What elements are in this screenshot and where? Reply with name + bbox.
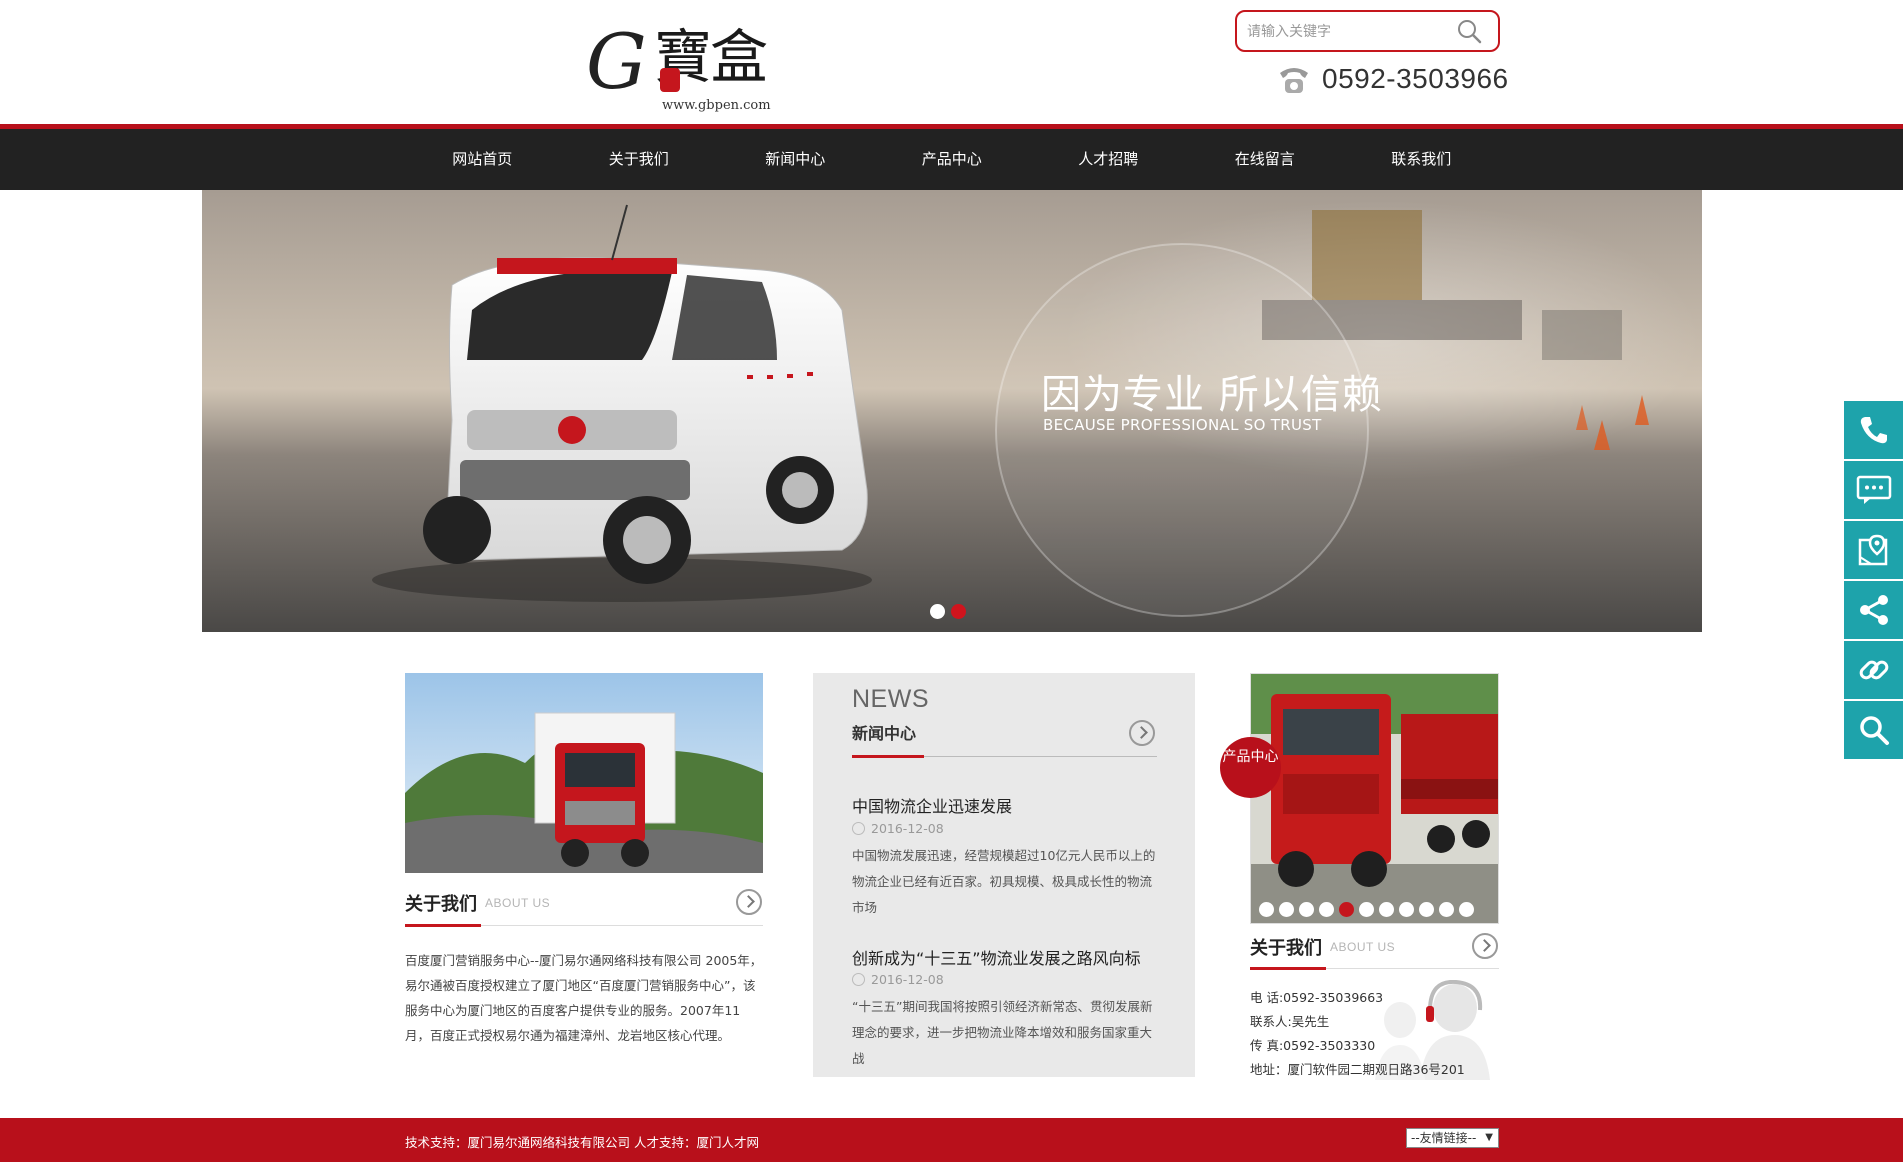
side-link-button[interactable] [1844, 641, 1903, 699]
about-more-button[interactable] [736, 889, 762, 915]
contact-divider-accent [1250, 967, 1326, 970]
main-nav: 网站首页 关于我们 新闻中心 产品中心 人才招聘 在线留言 联系我们 [0, 124, 1903, 190]
product-dot-9[interactable] [1419, 902, 1434, 917]
nav-item-about[interactable]: 关于我们 [561, 129, 718, 190]
map-icon [1858, 534, 1887, 566]
site-footer: 技术支持：厦门易尔通网络科技有限公司 人才支持：厦门人才网 --友情链接-- ▼ [0, 1118, 1903, 1162]
nav-item-message[interactable]: 在线留言 [1187, 129, 1344, 190]
product-dot-3[interactable] [1299, 902, 1314, 917]
logo-seal-icon [660, 68, 680, 92]
side-map-button[interactable] [1844, 521, 1903, 579]
side-share-button[interactable] [1844, 581, 1903, 639]
contact-more-button[interactable] [1472, 933, 1498, 959]
news-title: 新闻中心 [852, 724, 917, 743]
logo-url: www.gbpen.com [662, 98, 771, 113]
product-carousel-dots [1259, 902, 1474, 917]
search-box [1235, 10, 1500, 52]
friend-links-select[interactable]: --友情链接-- ▼ [1406, 1128, 1499, 1148]
nav-item-jobs[interactable]: 人才招聘 [1030, 129, 1187, 190]
news-item-desc: 中国物流发展迅速，经营规模超过10亿元人民币以上的物流企业已经有近百家。初具规模… [852, 848, 1156, 915]
site-logo[interactable]: G 寶盒 www.gbpen.com [582, 18, 782, 118]
clock-icon [852, 822, 865, 835]
friend-links-label: --友情链接-- [1411, 1131, 1477, 1145]
search-input[interactable] [1247, 20, 1447, 44]
banner-slogan-en: BECAUSE PROFESSIONAL SO TRUST [1043, 416, 1322, 434]
banner-slogan: 因为专业 所以信赖 [1041, 372, 1383, 418]
news-item-date: 2016-12-08 [852, 972, 944, 987]
banner-image [202, 190, 1702, 632]
product-dot-5[interactable] [1339, 902, 1354, 917]
nav-item-news[interactable]: 新闻中心 [717, 129, 874, 190]
product-dot-10[interactable] [1439, 902, 1454, 917]
share-icon [1859, 595, 1888, 625]
nav-item-products[interactable]: 产品中心 [874, 129, 1031, 190]
phone-icon [1860, 417, 1887, 444]
nav-item-contact[interactable]: 联系我们 [1343, 129, 1500, 190]
search-icon[interactable] [1453, 16, 1487, 46]
news-date-text: 2016-12-08 [871, 821, 944, 836]
nav-item-home[interactable]: 网站首页 [404, 129, 561, 190]
news-item-title[interactable]: 中国物流企业迅速发展 [852, 793, 1012, 817]
about-text: 百度厦门营销服务中心--厦门易尔通网络科技有限公司 2005年，易尔通被百度授权… [405, 953, 763, 1043]
product-dot-8[interactable] [1399, 902, 1414, 917]
about-divider-accent [405, 924, 481, 927]
about-image[interactable] [405, 673, 763, 873]
product-dot-6[interactable] [1359, 902, 1374, 917]
contact-title: 关于我们 [1250, 938, 1322, 959]
contact-fax: 传 真:0592-3503330 [1250, 1038, 1376, 1053]
side-phone-button[interactable] [1844, 401, 1903, 459]
side-message-button[interactable] [1844, 461, 1903, 519]
hotline-number: 0592-3503966 [1322, 63, 1509, 94]
message-icon [1856, 475, 1891, 504]
product-dot-7[interactable] [1379, 902, 1394, 917]
news-divider-accent [852, 755, 924, 758]
product-dot-11[interactable] [1459, 902, 1474, 917]
contact-phone: 电 话:0592-35039663 [1250, 990, 1384, 1005]
banner-dot-1[interactable] [930, 604, 945, 619]
contact-address: 地址：厦门软件园二期观日路36号201 [1250, 1062, 1465, 1077]
side-toolbar [1844, 401, 1903, 761]
logo-letter: G [586, 17, 647, 106]
news-date-text: 2016-12-08 [871, 972, 944, 987]
news-item-desc: “十三五”期间我国将按照引领经济新常态、贯彻发展新理念的要求，进一步把物流业降本… [852, 999, 1153, 1066]
contact-person: 联系人:吴先生 [1250, 1014, 1330, 1029]
product-badge[interactable]: 产品中心 [1220, 737, 1281, 798]
phone-icon [1276, 63, 1312, 97]
news-title-en: NEWS [852, 685, 929, 713]
link-icon [1859, 660, 1888, 680]
side-search-button[interactable] [1844, 701, 1903, 759]
news-panel: NEWS 新闻中心 中国物流企业迅速发展 2016-12-08 中国物流发展迅速… [813, 673, 1195, 1077]
product-dot-4[interactable] [1319, 902, 1334, 917]
clock-icon [852, 973, 865, 986]
hero-banner[interactable]: 因为专业 所以信赖 BECAUSE PROFESSIONAL SO TRUST [202, 190, 1702, 632]
contact-subtitle: ABOUT US [1330, 940, 1396, 954]
product-dot-1[interactable] [1259, 902, 1274, 917]
site-header: G 寶盒 www.gbpen.com 0592-3503966 [0, 0, 1903, 124]
product-dot-2[interactable] [1279, 902, 1294, 917]
chevron-down-icon: ▼ [1485, 1132, 1493, 1143]
about-title: 关于我们 [405, 894, 477, 915]
about-subtitle: ABOUT US [485, 896, 551, 910]
footer-support-text: 技术支持：厦门易尔通网络科技有限公司 人才支持：厦门人才网 [405, 1135, 759, 1150]
search-icon [1859, 716, 1889, 745]
news-item-date: 2016-12-08 [852, 821, 944, 836]
news-item-title[interactable]: 创新成为“十三五”物流业发展之路风向标 [852, 945, 1141, 969]
news-more-button[interactable] [1129, 720, 1155, 746]
banner-dot-2[interactable] [951, 604, 966, 619]
product-image[interactable] [1250, 673, 1499, 924]
